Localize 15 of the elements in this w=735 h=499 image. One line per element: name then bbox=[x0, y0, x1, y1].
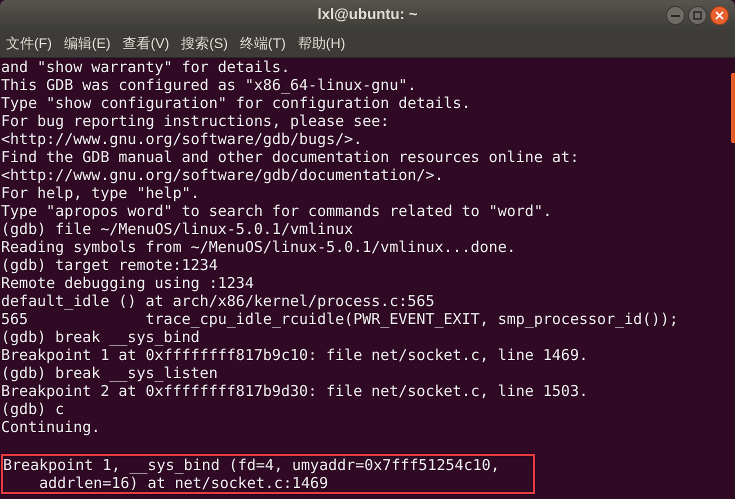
maximize-icon bbox=[693, 11, 702, 20]
menu-item[interactable]: 编辑(E) bbox=[64, 33, 111, 54]
minimize-button[interactable] bbox=[666, 6, 685, 25]
menu-item[interactable]: 终端(T) bbox=[240, 33, 286, 54]
menu-item[interactable]: 文件(F) bbox=[6, 33, 52, 54]
terminal-output: and "show warranty" for details. This GDB was configured as "x86_64-linux-gnu". Type "show configuration" for configuration details. For bug reporting instructions, please see: <http://www.gnu.org/software/gdb/bugs/>. Find the GDB manual and other documentation resources online at: <http://www.gnu.org/software/gdb/documentation/>. For help, type "help". Type "apropos word" to search for commands related to "word". (gdb) file ~/MenuOS/linux-5.0.1/vmlinux Reading symbols from ~/MenuOS/linux-5.0.1/vmlinux...done. (gdb) target remote:1234 Remote debugging using :1234 default_idle () at arch/x86/kernel/process.c:565 565 trace_cpu_idle_rcuidle(PWR_EVENT_EXIT, smp_processor_id()); (gdb) break __sys_bind Breakpoint 1 at 0xffffffff817b9c10: file net/socket.c, line 1469. (gdb) break __sys_listen Breakpoint 2 at 0xffffffff817b9d30: file net/socket.c, line 1503. (gdb) c Continuing. bbox=[0, 58, 678, 438]
window-title: lxl@ubuntu: ~ bbox=[317, 4, 418, 25]
close-button[interactable] bbox=[710, 6, 729, 25]
menu-item[interactable]: 搜索(S) bbox=[181, 33, 228, 54]
minimize-icon bbox=[671, 14, 680, 16]
menu-item[interactable]: 查看(V) bbox=[122, 33, 170, 54]
scrollbar[interactable] bbox=[731, 73, 735, 143]
breakpoint-hit-text: Breakpoint 1, __sys_bind (fd=4, umyaddr=0x7fff51254c10, addrlen=16) at net/socket.c:1469 bbox=[3, 456, 501, 492]
menu-item[interactable]: 帮助(H) bbox=[298, 33, 346, 54]
close-icon bbox=[715, 11, 724, 20]
